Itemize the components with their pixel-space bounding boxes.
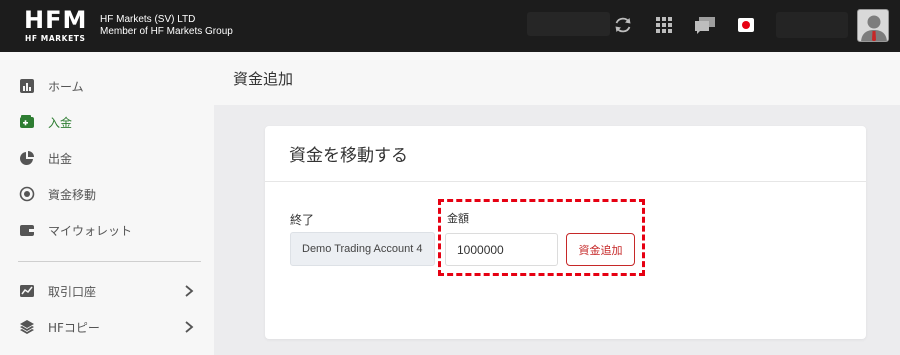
wallet-icon	[20, 225, 34, 236]
sidebar-item-label: HFコピー	[48, 320, 100, 335]
hfm-logo[interactable]: HFM HF MARKETS	[24, 7, 90, 45]
destination-account-field[interactable]: Demo Trading Account 4	[290, 232, 435, 266]
page-title: 資金追加	[233, 70, 294, 88]
sidebar-item-hf-copy[interactable]: HFコピー	[0, 309, 214, 345]
user-avatar[interactable]	[857, 9, 889, 42]
sidebar: ホーム 入金 出金 資金移動 マイウォレット 取引口座 HFコピー	[0, 52, 214, 355]
transfer-card: 資金を移動する 終了 Demo Trading Account 4 金額 資金追…	[265, 126, 866, 339]
sidebar-item-trading-accounts[interactable]: 取引口座	[0, 273, 214, 309]
logo-text: HFM	[24, 6, 88, 34]
apps-grid-icon[interactable]	[653, 14, 675, 36]
add-funds-button[interactable]: 資金追加	[566, 233, 635, 266]
sidebar-item-withdraw[interactable]: 出金	[0, 140, 214, 176]
sidebar-item-deposit[interactable]: 入金	[0, 104, 214, 140]
sidebar-item-transfer[interactable]: 資金移動	[0, 176, 214, 212]
sidebar-item-label: 出金	[48, 151, 73, 166]
sidebar-item-home[interactable]: ホーム	[0, 68, 214, 104]
chevron-right-icon	[185, 285, 194, 297]
company-name: HF Markets (SV) LTD	[100, 14, 196, 25]
user-name-obscured	[776, 12, 848, 38]
transfer-icon	[19, 186, 35, 202]
user-silhouette-icon	[861, 15, 887, 41]
sidebar-item-label: 入金	[48, 115, 73, 130]
trading-chart-icon	[20, 285, 34, 297]
page-header: 資金追加	[214, 52, 900, 105]
sidebar-item-label: 取引口座	[48, 284, 97, 299]
chart-bar-icon	[20, 79, 34, 93]
sidebar-item-label: マイウォレット	[48, 223, 133, 238]
japan-flag-icon[interactable]	[735, 14, 757, 36]
amount-input[interactable]	[445, 233, 558, 266]
card-title: 資金を移動する	[289, 146, 408, 166]
sidebar-item-label: ホーム	[48, 79, 84, 94]
layers-icon	[20, 320, 34, 334]
card-divider	[265, 181, 866, 182]
top-bar: HFM HF MARKETS HF Markets (SV) LTD Membe…	[0, 0, 900, 52]
destination-account-value: Demo Trading Account 4	[302, 243, 423, 255]
chat-icon[interactable]	[693, 14, 717, 36]
company-info: HF Markets (SV) LTD Member of HF Markets…	[100, 14, 233, 38]
company-group: Member of HF Markets Group	[100, 26, 233, 37]
refresh-icon[interactable]	[612, 14, 634, 36]
sidebar-item-my-wallet[interactable]: マイウォレット	[0, 212, 214, 248]
sidebar-divider	[18, 261, 201, 262]
pie-chart-icon	[20, 151, 34, 165]
sidebar-item-label: 資金移動	[48, 187, 97, 202]
destination-label: 終了	[290, 213, 315, 227]
account-info-obscured	[527, 12, 610, 36]
logo-subtext: HF MARKETS	[25, 34, 86, 43]
chevron-right-icon	[185, 321, 194, 333]
wallet-add-icon	[20, 115, 34, 128]
amount-label: 金額	[447, 212, 469, 225]
